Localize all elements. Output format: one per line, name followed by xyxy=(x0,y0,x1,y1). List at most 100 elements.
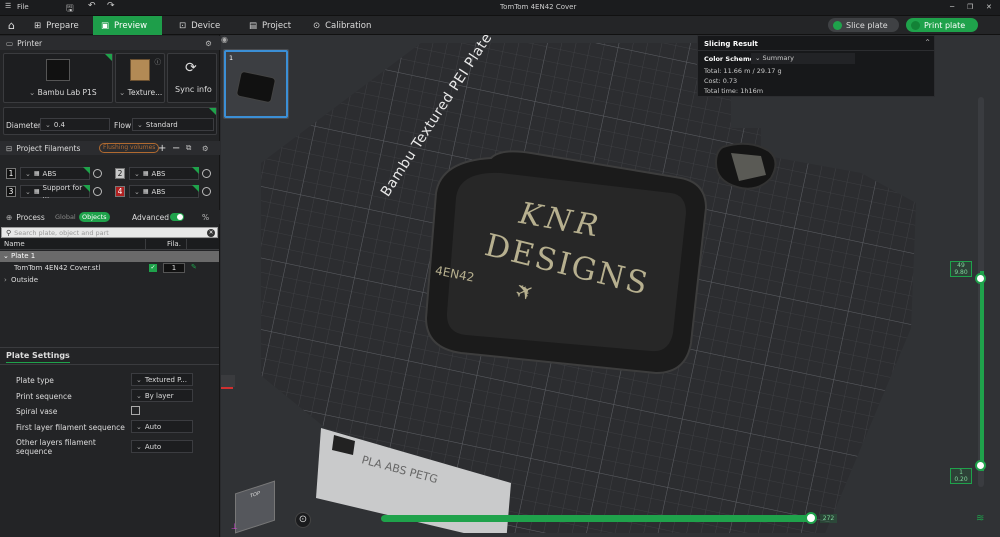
chevron-down-icon: ⌄ xyxy=(137,120,143,129)
filament-2-remove-icon[interactable] xyxy=(202,169,211,178)
filament-1-number: 1 xyxy=(6,168,16,179)
printer-settings-gear-icon[interactable]: ⚙ xyxy=(205,39,212,48)
other-layers-sequence-select[interactable]: ⌄ Auto xyxy=(131,440,193,453)
objects-toggle[interactable]: Objects xyxy=(79,212,110,222)
3d-viewport[interactable]: PLA ABS PETG Bambu Textured PEI Plate KN… xyxy=(221,35,1000,537)
chevron-down-icon: ⌄ xyxy=(755,54,763,62)
close-icon[interactable]: ✕ xyxy=(986,3,992,11)
advanced-label: Advanced xyxy=(132,212,170,222)
diameter-label: Diameter xyxy=(6,121,42,130)
tab-calibration[interactable]: ⊙ Calibration xyxy=(305,16,379,35)
layer-top-handle[interactable] xyxy=(975,273,986,284)
advanced-toggle[interactable] xyxy=(170,213,184,221)
minimize-icon[interactable]: ─ xyxy=(950,3,954,11)
fit-view-icon[interactable]: ⊙ xyxy=(295,512,311,528)
outside-row[interactable]: › Outside xyxy=(0,275,219,286)
color-scheme-select[interactable]: ⌄ Summary xyxy=(751,53,855,64)
plate-settings-tab[interactable]: Plate Settings xyxy=(6,351,70,363)
layer-top-label: 49 9.80 xyxy=(950,261,972,277)
printer-card[interactable]: ⌄ Bambu Lab P1S xyxy=(3,53,113,103)
object-filament-select[interactable]: 1 xyxy=(163,263,185,273)
filament-3-select[interactable]: ⌄ ▦ Support for ... xyxy=(20,184,90,200)
filament-settings-gear-icon[interactable]: ⚙ xyxy=(202,144,209,153)
edit-corner-icon[interactable] xyxy=(209,108,216,115)
app-menu-icon[interactable]: ☰ xyxy=(5,2,11,10)
redo-icon[interactable]: ↷ xyxy=(107,1,115,11)
printer-section-header: ▭ Printer ⚙ xyxy=(0,36,220,50)
print-plate-button[interactable]: Print plate xyxy=(906,18,978,32)
move-slider-value: 272 xyxy=(820,514,837,523)
undo-icon[interactable]: ↶ xyxy=(88,1,96,11)
edit-corner-icon[interactable] xyxy=(192,167,199,174)
tab-preview[interactable]: ▣ Preview xyxy=(93,16,162,35)
axis-gizmo: ⊥ xyxy=(231,522,238,531)
object-checkbox[interactable]: ✓ xyxy=(149,264,157,272)
spiral-vase-checkbox[interactable] xyxy=(131,406,140,415)
global-toggle[interactable]: Global xyxy=(55,213,76,221)
chevron-down-icon: ⌄ xyxy=(136,422,142,431)
filament-4-remove-icon[interactable] xyxy=(202,187,211,196)
plate-type-card[interactable]: ⌄ Texture... ⓘ xyxy=(115,53,165,103)
plate-type-select[interactable]: ⌄ Textured P... xyxy=(131,373,193,386)
home-icon[interactable]: ⌂ xyxy=(0,16,22,35)
filament-type-icon: ▦ xyxy=(142,188,149,195)
chevron-down-icon: ⌄ xyxy=(29,88,38,97)
object-edit-icon[interactable]: ✎ xyxy=(191,263,197,271)
filament-4-select[interactable]: ⌄ ▦ ABS xyxy=(129,185,199,198)
edit-corner-icon[interactable] xyxy=(83,185,90,192)
layers-icon[interactable]: ≋ xyxy=(976,513,984,524)
first-layer-sequence-select[interactable]: ⌄ Auto xyxy=(131,420,193,433)
chevron-down-icon: ⌄ xyxy=(136,391,142,400)
save-icon[interactable]: 🖫 xyxy=(66,1,74,17)
tab-device[interactable]: ⊡ Device xyxy=(171,16,228,35)
tab-prepare[interactable]: ⊞ Prepare xyxy=(26,16,87,35)
object-row[interactable]: TomTom 4EN42 Cover.stl ✓ 1 ✎ xyxy=(0,263,219,274)
spiral-vase-label: Spiral vase xyxy=(16,407,58,416)
filament-2-select[interactable]: ⌄ ▦ ABS xyxy=(129,167,199,180)
filament-3-number: 3 xyxy=(6,186,16,197)
eye-icon[interactable]: ◉ xyxy=(221,35,233,46)
flushing-volumes-button[interactable]: Flushing volumes xyxy=(99,143,160,153)
search-input[interactable]: ⚲ Search plate, object and part ✕ xyxy=(1,227,218,238)
layer-bottom-handle[interactable] xyxy=(975,460,986,471)
preview-icon: ▣ xyxy=(101,20,110,31)
plate-thumbnail[interactable]: 1 xyxy=(223,49,289,119)
filament-1-select[interactable]: ⌄ ▦ ABS xyxy=(20,167,90,180)
remove-filament-icon[interactable]: − xyxy=(172,143,180,154)
add-filament-icon[interactable]: + xyxy=(158,143,166,154)
print-dropdown-icon[interactable] xyxy=(911,20,920,30)
device-icon: ⊡ xyxy=(179,20,187,31)
edit-corner-icon[interactable] xyxy=(192,185,199,192)
clear-search-icon[interactable]: ✕ xyxy=(207,229,215,237)
edit-corner-icon[interactable] xyxy=(105,54,112,61)
filament-1-remove-icon[interactable] xyxy=(93,169,102,178)
chevron-down-icon: ⌄ xyxy=(25,187,31,196)
plate-row[interactable]: ⌄ Plate 1 xyxy=(0,251,219,262)
tab-project[interactable]: ▤ Project xyxy=(241,16,299,35)
first-layer-sequence-label: First layer filament sequence xyxy=(16,423,125,432)
file-menu[interactable]: File xyxy=(17,3,29,11)
sync-info-button[interactable]: ⟳ Sync info xyxy=(167,53,217,103)
collapse-icon[interactable]: ⌃ xyxy=(924,38,931,47)
sync-icon: ⟳ xyxy=(185,60,197,76)
diameter-select[interactable]: ⌄ 0.4 xyxy=(40,118,110,131)
slice-plate-button[interactable]: Slice plate xyxy=(828,18,899,32)
info-icon[interactable]: ⓘ xyxy=(155,56,162,66)
edit-corner-icon[interactable] xyxy=(83,167,90,174)
process-percent-icon[interactable]: % xyxy=(202,213,209,222)
chevron-down-icon: ⌄ xyxy=(134,169,140,178)
move-slider-handle[interactable] xyxy=(805,512,817,524)
window-title: TomTom 4EN42 Cover xyxy=(500,3,577,11)
restore-icon[interactable]: ❐ xyxy=(967,3,973,11)
search-icon: ⚲ xyxy=(6,228,12,237)
x-axis-marker xyxy=(221,387,233,389)
chevron-down-icon: ⌄ xyxy=(25,169,31,178)
slice-dropdown-icon[interactable] xyxy=(833,20,842,30)
print-sequence-select[interactable]: ⌄ By layer xyxy=(131,389,193,402)
filament-3-remove-icon[interactable] xyxy=(93,187,102,196)
sync-filament-icon[interactable]: ⧉ xyxy=(186,143,191,153)
move-slider-track[interactable] xyxy=(381,515,816,522)
printer-name: ⌄ Bambu Lab P1S xyxy=(29,88,97,97)
title-bar: ☰ File 🖫 ↶ ↷ TomTom 4EN42 Cover ─ ❐ ✕ xyxy=(0,0,1000,16)
flow-select[interactable]: ⌄ Standard xyxy=(132,118,214,131)
